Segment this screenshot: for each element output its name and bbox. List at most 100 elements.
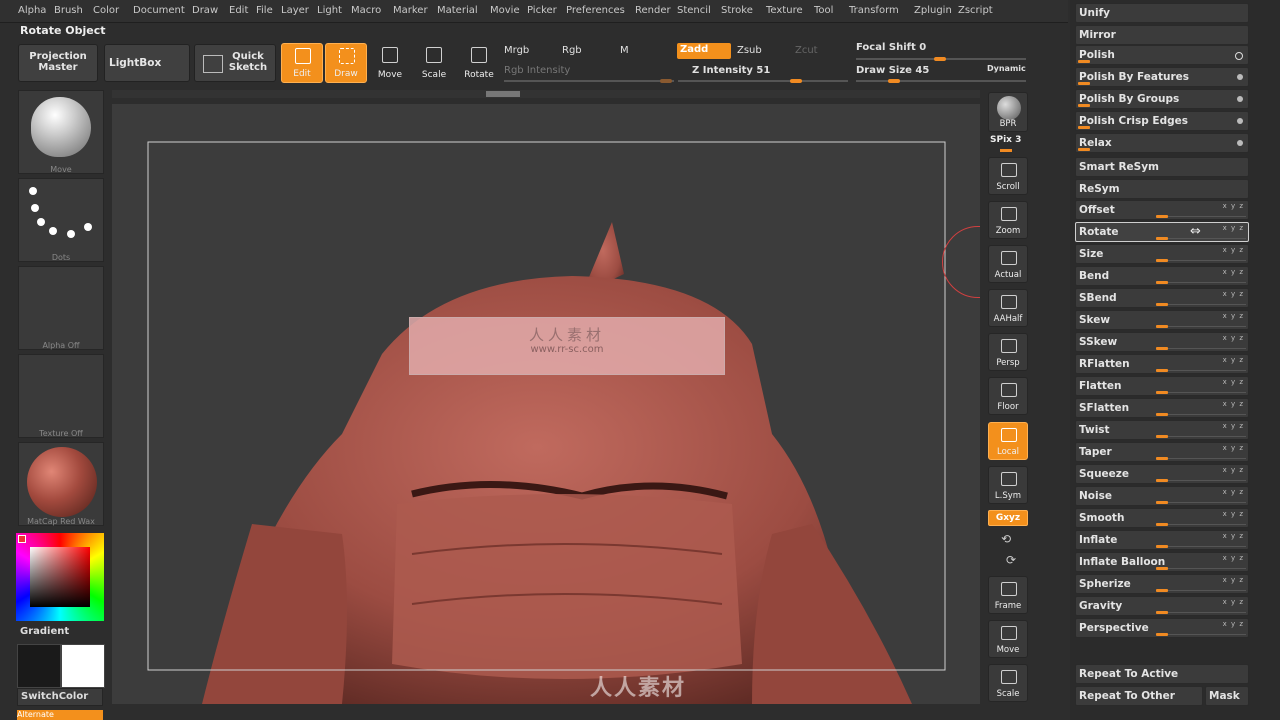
axis-toggle[interactable]: x y z (1223, 312, 1244, 320)
deform-slider-knob[interactable] (1156, 303, 1168, 306)
rotate-z-icon[interactable]: ⟳ (1006, 553, 1016, 567)
deform-slider-track[interactable] (1156, 370, 1246, 371)
deform-slider-skew[interactable]: Skew x y z (1075, 310, 1249, 330)
polish-dot-icon[interactable] (1235, 52, 1243, 60)
deform-slider-track[interactable] (1156, 524, 1246, 525)
projection-master-button[interactable]: Projection Master (18, 44, 98, 82)
menu-item-picker[interactable]: Picker (527, 5, 557, 16)
draw-size-slider[interactable] (856, 80, 1026, 82)
deform-slider-knob[interactable] (1156, 457, 1168, 460)
deform-slider-bend[interactable]: Bend x y z (1075, 266, 1249, 286)
deform-slider-knob[interactable] (1156, 523, 1168, 526)
move-button[interactable]: Move (369, 43, 411, 83)
deform-slider-track[interactable] (1156, 304, 1246, 305)
top-scroll-thumb[interactable] (486, 91, 520, 97)
scale-view-button[interactable]: Scale (988, 664, 1028, 702)
menu-item-brush[interactable]: Brush (54, 5, 83, 16)
move-view-button[interactable]: Move (988, 620, 1028, 658)
deform-slider-knob[interactable] (1156, 435, 1168, 438)
deform-slider-perspective[interactable]: Perspective x y z (1075, 618, 1249, 638)
axis-toggle[interactable]: x y z (1223, 246, 1244, 254)
actual-button[interactable]: Actual (988, 245, 1028, 283)
deform-slider-noise[interactable]: Noise x y z (1075, 486, 1249, 506)
polish-dot-icon[interactable] (1237, 96, 1243, 102)
rotate-button[interactable]: Rotate (458, 43, 500, 83)
deform-slider-offset[interactable]: Offset x y z (1075, 200, 1249, 220)
zsub-button[interactable]: Zsub (737, 45, 762, 56)
deform-slider-track[interactable] (1156, 238, 1246, 239)
scroll-button[interactable]: Scroll (988, 157, 1028, 195)
color-picker[interactable] (16, 533, 104, 621)
deform-slider-taper[interactable]: Taper x y z (1075, 442, 1249, 462)
deform-slider-track[interactable] (1156, 568, 1246, 569)
deform-slider-knob[interactable] (1156, 281, 1168, 284)
switch-color-button[interactable]: SwitchColor (17, 688, 103, 706)
polish-dot-icon[interactable] (1237, 74, 1243, 80)
draw-button[interactable]: Draw (325, 43, 367, 83)
zoom-button[interactable]: Zoom (988, 201, 1028, 239)
bpr-button[interactable]: BPR (988, 92, 1028, 132)
deform-slider-knob[interactable] (1156, 545, 1168, 548)
deform-slider-track[interactable] (1156, 216, 1246, 217)
local-button[interactable]: Local (988, 422, 1028, 460)
deform-slider-knob[interactable] (1156, 589, 1168, 592)
menu-item-macro[interactable]: Macro (351, 5, 381, 16)
deform-slider-knob[interactable] (1156, 611, 1168, 614)
deform-slider-squeeze[interactable]: Squeeze x y z (1075, 464, 1249, 484)
deform-slider-knob[interactable] (1156, 325, 1168, 328)
canvas-viewport[interactable]: 人人素材 www.rr-sc.com 人人素材 (112, 104, 980, 704)
deform-slider-flatten[interactable]: Flatten x y z (1075, 376, 1249, 396)
aahalf-button[interactable]: AAHalf (988, 289, 1028, 327)
lightbox-button[interactable]: LightBox (104, 44, 190, 82)
deform-slider-track[interactable] (1156, 546, 1246, 547)
deform-slider-track[interactable] (1156, 414, 1246, 415)
menu-item-movie[interactable]: Movie (490, 5, 520, 16)
secondary-color-swatch[interactable] (61, 644, 105, 688)
menu-item-file[interactable]: File (256, 5, 273, 16)
deform-slider-spherize[interactable]: Spherize x y z (1075, 574, 1249, 594)
deform-slider-track[interactable] (1156, 458, 1246, 459)
axis-toggle[interactable]: x y z (1223, 356, 1244, 364)
axis-toggle[interactable]: x y z (1223, 488, 1244, 496)
deform-slider-knob[interactable] (1156, 413, 1168, 416)
deform-row-slider[interactable] (1078, 148, 1090, 151)
texture-thumbnail[interactable]: Texture Off (18, 354, 104, 438)
focal-shift-knob[interactable] (934, 57, 946, 61)
axis-toggle[interactable]: x y z (1223, 202, 1244, 210)
dynamic-button[interactable]: Dynamic (987, 64, 1026, 73)
m-button[interactable]: M (620, 45, 629, 56)
color-cursor-icon[interactable] (18, 535, 26, 543)
polish-dot-icon[interactable] (1237, 118, 1243, 124)
axis-toggle[interactable]: x y z (1223, 400, 1244, 408)
persp-button[interactable]: Persp (988, 333, 1028, 371)
zadd-button[interactable]: Zadd (677, 43, 731, 59)
menu-item-light[interactable]: Light (317, 5, 342, 16)
deform-slider-knob[interactable] (1156, 369, 1168, 372)
quick-sketch-button[interactable]: Quick Sketch (194, 44, 276, 82)
axis-toggle[interactable]: x y z (1223, 532, 1244, 540)
frame-button[interactable]: Frame (988, 576, 1028, 614)
axis-toggle[interactable]: x y z (1223, 268, 1244, 276)
spix-slider[interactable] (1000, 149, 1012, 152)
deform-slider-knob[interactable] (1156, 479, 1168, 482)
axis-toggle[interactable]: x y z (1223, 422, 1244, 430)
deform-slider-track[interactable] (1156, 348, 1246, 349)
deform-slider-smooth[interactable]: Smooth x y z (1075, 508, 1249, 528)
repeat-to-other-button[interactable]: Repeat To Other (1075, 686, 1203, 706)
axis-toggle[interactable]: x y z (1223, 510, 1244, 518)
resym-button[interactable]: ReSym (1075, 179, 1249, 199)
deform-slider-knob[interactable] (1156, 237, 1168, 240)
stroke-thumbnail[interactable]: Dots (18, 178, 104, 262)
axis-toggle[interactable]: x y z (1223, 444, 1244, 452)
deform-row-slider[interactable] (1078, 126, 1090, 129)
deform-slider-inflate-balloon[interactable]: Inflate Balloon x y z (1075, 552, 1249, 572)
deform-slider-rotate[interactable]: Rotate x y z ⇔ (1075, 222, 1249, 242)
axis-toggle[interactable]: x y z (1223, 554, 1244, 562)
zcut-button[interactable]: Zcut (795, 45, 818, 56)
material-thumbnail[interactable]: MatCap Red Wax (18, 442, 104, 526)
deform-slider-track[interactable] (1156, 282, 1246, 283)
deform-slider-knob[interactable] (1156, 567, 1168, 570)
menu-item-color[interactable]: Color (93, 5, 119, 16)
deform-slider-track[interactable] (1156, 260, 1246, 261)
deform-slider-track[interactable] (1156, 590, 1246, 591)
